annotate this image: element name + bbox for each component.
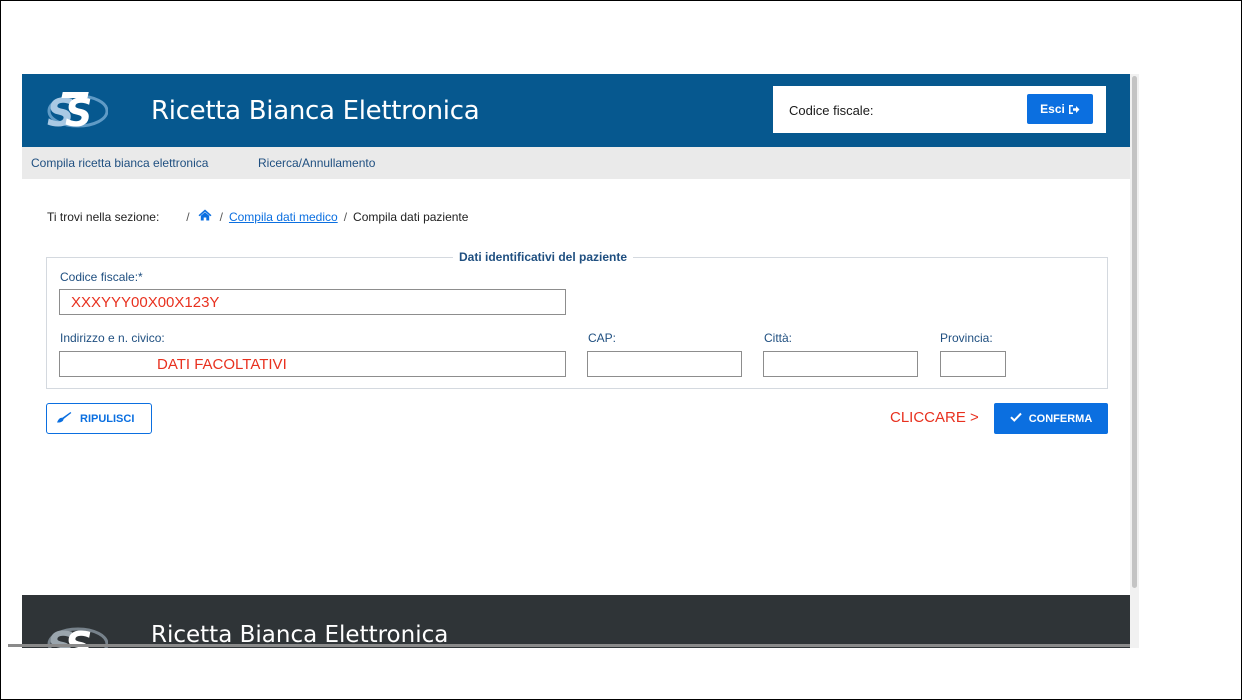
codice-fiscale-value: XXXYYY00X00X123Y [71, 294, 220, 311]
scrollbar-thumb[interactable] [1132, 76, 1137, 588]
clear-button[interactable]: RIPULISCI [46, 403, 152, 434]
codice-fiscale-input[interactable]: XXXYYY00X00X123Y [59, 289, 566, 315]
check-icon [1010, 412, 1022, 425]
indirizzo-label: Indirizzo e n. civico: [60, 331, 165, 345]
citta-input[interactable] [763, 351, 918, 377]
citta-label: Città: [764, 331, 793, 345]
user-codice-fiscale-label: Codice fiscale: [789, 103, 874, 118]
breadcrumb-current: Compila dati paziente [353, 209, 469, 224]
breadcrumb-separator: / [343, 209, 348, 224]
logout-button[interactable]: Esci [1027, 94, 1093, 124]
home-icon[interactable] [198, 209, 212, 224]
sts-logo-icon: S S [47, 91, 108, 134]
breadcrumb: Ti trovi nella sezione: / / Compila dati… [47, 209, 468, 224]
codice-fiscale-label: Codice fiscale:* [60, 270, 143, 284]
nav-item-ricerca[interactable]: Ricerca/Annullamento [258, 156, 375, 170]
clear-button-label: RIPULISCI [80, 412, 135, 425]
breadcrumb-separator: / [186, 209, 190, 224]
app-title: Ricetta Bianca Elettronica [151, 96, 480, 126]
breadcrumb-prefix: Ti trovi nella sezione: [47, 209, 160, 224]
cap-label: CAP: [588, 331, 617, 345]
confirm-button[interactable]: CONFERMA [994, 403, 1108, 434]
app-footer: S S Ricetta Bianca Elettronica [22, 595, 1130, 648]
nav-item-compila[interactable]: Compila ricetta bianca elettronica [31, 156, 208, 170]
provincia-label: Provincia: [940, 331, 993, 345]
confirm-button-label: CONFERMA [1028, 412, 1093, 425]
logout-button-label: Esci [1040, 102, 1065, 116]
main-nav: Compila ricetta bianca elettronica Ricer… [22, 147, 1130, 179]
brush-icon [56, 411, 72, 426]
user-box: Codice fiscale: Esci [773, 86, 1106, 133]
indirizzo-value: DATI FACOLTATIVI [157, 356, 287, 373]
browser-viewport: S S Ricetta Bianca Elettronica Codice fi… [22, 74, 1130, 648]
breadcrumb-link-dati-medico[interactable]: Compila dati medico [229, 210, 338, 224]
indirizzo-input[interactable]: DATI FACOLTATIVI [59, 351, 566, 377]
provincia-input[interactable] [940, 351, 1006, 377]
logout-icon [1068, 104, 1080, 115]
patient-data-fieldset: Dati identificativi del paziente Codice … [46, 250, 1108, 389]
cap-input[interactable] [587, 351, 742, 377]
app-header: S S Ricetta Bianca Elettronica Codice fi… [22, 74, 1130, 147]
click-hint-annotation: CLICCARE > [890, 409, 979, 426]
breadcrumb-separator: / [219, 209, 223, 224]
bottom-strip [8, 644, 1130, 647]
fieldset-legend: Dati identificativi del paziente [453, 250, 634, 264]
vertical-scrollbar[interactable] [1130, 74, 1139, 648]
